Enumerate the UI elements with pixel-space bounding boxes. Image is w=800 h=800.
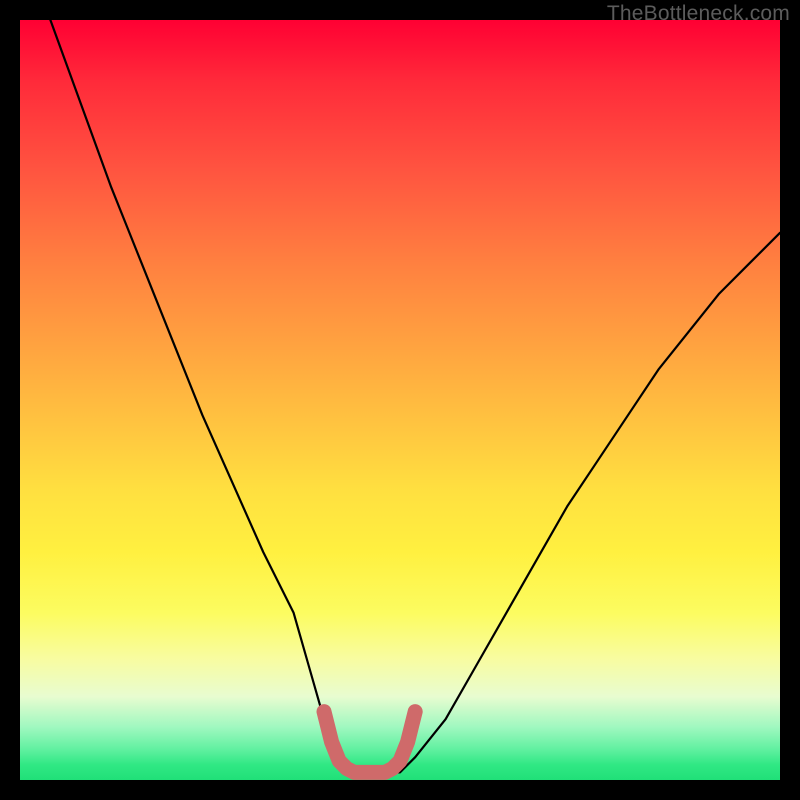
- bottleneck-curve-path: [50, 20, 780, 772]
- plot-area: [20, 20, 780, 780]
- curve-layer: [20, 20, 780, 780]
- optimal-band-path: [324, 712, 415, 773]
- chart-frame: TheBottleneck.com: [0, 0, 800, 800]
